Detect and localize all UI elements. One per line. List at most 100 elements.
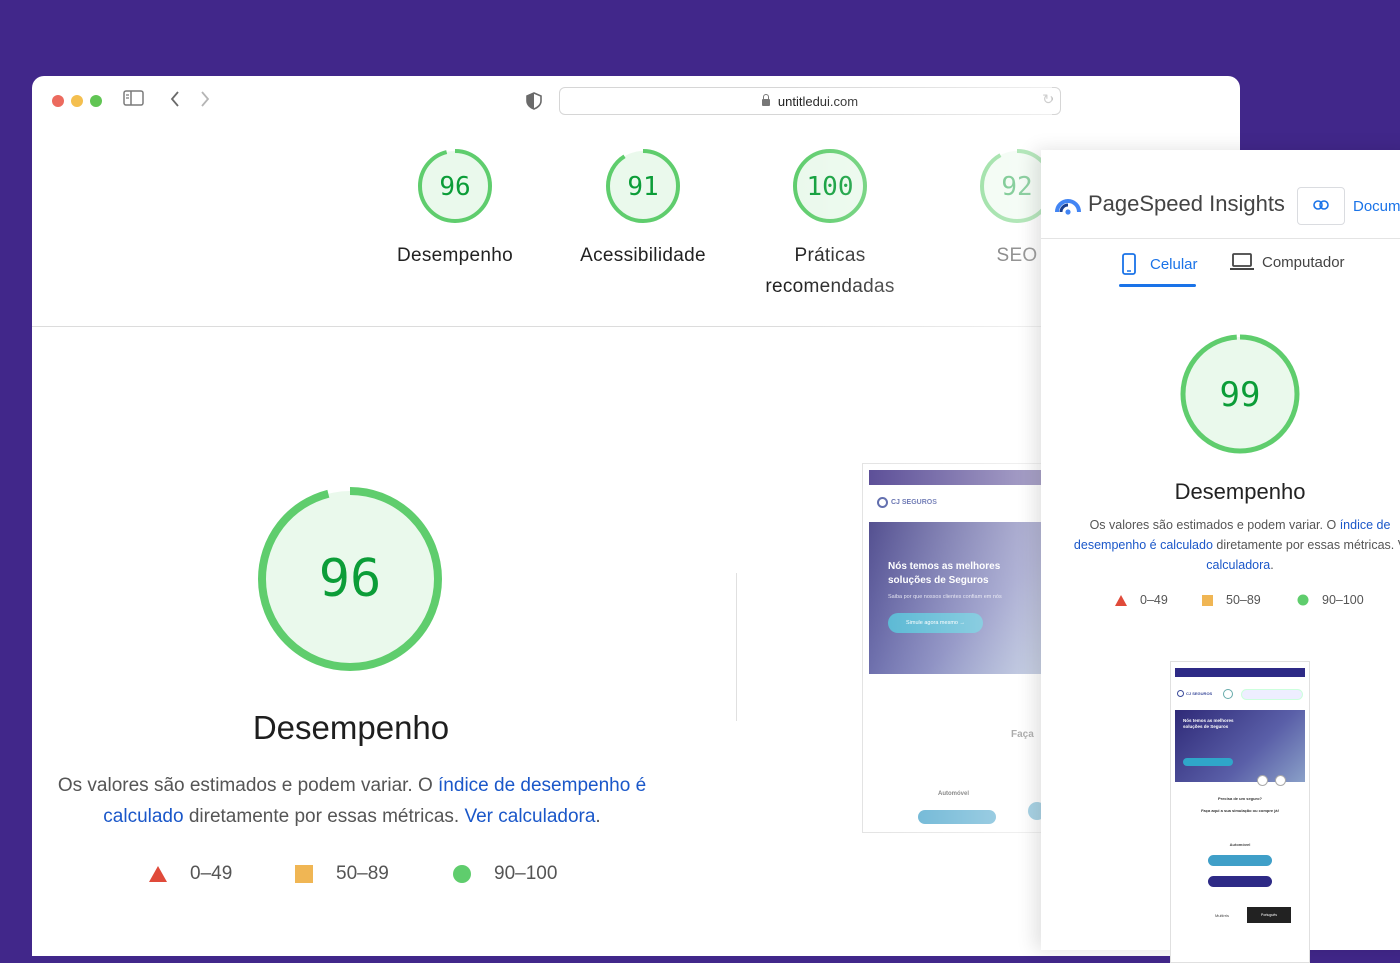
desc-text: Os valores são estimados e podem variar.… <box>57 775 439 796</box>
section-divider <box>32 326 1042 327</box>
psi-desc-text: . <box>1270 558 1274 572</box>
brand-logo-icon <box>877 497 888 508</box>
red-triangle-icon <box>149 866 167 882</box>
psi-thumb-hero: Nós temos as melhores soluções de Seguro… <box>1175 710 1305 782</box>
psi-thumb-brand-name: CJ SEGUROS <box>1186 691 1213 696</box>
orange-square-icon <box>1202 594 1213 606</box>
performance-description: Os valores são estimados e podem variar.… <box>42 770 662 832</box>
minimize-window-button[interactable] <box>71 95 83 107</box>
psi-calculator-link[interactable]: calculadora <box>1206 558 1270 572</box>
thumb-hero-line: soluções de Seguros <box>888 575 989 586</box>
psi-desc-text: Os valores são estimados e podem variar.… <box>1089 518 1340 532</box>
best-practices-score: 100 <box>807 172 854 202</box>
copy-link-button[interactable] <box>1297 187 1345 225</box>
psi-legend-average: 50–89 <box>1202 593 1261 607</box>
psi-score-label: Desempenho <box>1174 479 1306 504</box>
legend-label: 50–89 <box>336 863 389 884</box>
thumb-hero-title: Nós temos as melhores soluções de Seguro… <box>888 560 1000 588</box>
privacy-shield-icon[interactable] <box>526 92 542 114</box>
psi-score-link[interactable]: índice de <box>1340 518 1391 532</box>
active-tab-indicator <box>1119 284 1196 287</box>
category-label-line: recomendadas <box>765 276 895 297</box>
psi-legend-fail: 0–49 <box>1115 593 1168 607</box>
psi-thumb-product: Automóvel <box>1229 842 1251 847</box>
close-window-button[interactable] <box>52 95 64 107</box>
category-label: Práticas recomendadas <box>730 240 930 302</box>
psi-thumb-prompt: Faça aqui a sua simulação ou compre já! <box>1201 808 1279 813</box>
performance-score-link[interactable]: índice de desempenho é <box>438 775 646 796</box>
carousel-next-icon <box>1275 775 1286 786</box>
psi-performance-score: 99 <box>1220 375 1261 415</box>
accessibility-gauge: 91 <box>606 149 680 223</box>
psi-thumb-lang-badge: Português <box>1247 907 1291 923</box>
maximize-window-button[interactable] <box>90 95 102 107</box>
psi-desc-text: diretamente por essas métricas. V <box>1212 538 1400 552</box>
green-circle-icon <box>1297 594 1309 606</box>
psi-legend-pass: 90–100 <box>1297 593 1364 607</box>
carousel-prev-icon <box>1257 775 1268 786</box>
accessibility-score: 91 <box>627 172 658 202</box>
brand-logo-icon <box>1177 690 1184 697</box>
thumb-topbar <box>869 470 1053 485</box>
psi-description: Os valores são estimados e podem variar.… <box>1055 515 1400 575</box>
browser-toolbar: untitledui.com ↻ <box>32 76 1240 126</box>
legend-label: 0–49 <box>1140 593 1168 607</box>
thumb-product: Automóvel <box>938 791 970 797</box>
psi-thumb-bottom-text: Multirris <box>1215 913 1229 918</box>
url-text: untitledui.com <box>777 93 859 109</box>
calculator-link[interactable]: Ver calculadora <box>464 806 595 827</box>
psi-thumb-hero-text: Nós temos as melhores soluções de Seguro… <box>1183 718 1234 729</box>
thumb-brand-name: CJ SEGUROS <box>891 499 937 506</box>
legend-label: 50–89 <box>1226 593 1261 607</box>
documentation-link[interactable]: Docum <box>1353 198 1400 215</box>
tab-mobile-label: Celular <box>1150 255 1198 273</box>
performance-gauge: 96 <box>418 149 492 223</box>
orange-square-icon <box>295 865 313 883</box>
sidebar-toggle-icon[interactable] <box>123 90 144 110</box>
tab-mobile[interactable]: Celular <box>1121 253 1198 275</box>
category-best-practices[interactable]: 100 Práticas recomendadas <box>730 147 930 302</box>
lock-icon <box>761 93 770 106</box>
best-practices-gauge: 100 <box>793 149 867 223</box>
address-bar[interactable]: untitledui.com ↻ <box>559 87 1061 115</box>
psi-thumb-icon-circle <box>1223 689 1233 699</box>
thumb-button <box>918 810 996 824</box>
psi-header: PageSpeed Insights Docum <box>1041 150 1400 239</box>
psi-score-link-cont[interactable]: desempenho é calculado <box>1074 538 1213 552</box>
performance-heading: Desempenho <box>252 709 450 746</box>
laptop-icon <box>1230 253 1254 270</box>
red-triangle-icon <box>1115 594 1127 606</box>
psi-title: PageSpeed Insights <box>1088 191 1285 216</box>
main-performance-score: 96 <box>319 549 382 609</box>
category-label-line: Práticas <box>794 245 866 266</box>
thumb-side-text: Faça <box>1011 729 1034 740</box>
reload-icon[interactable]: ↻ <box>1042 91 1054 108</box>
legend-fail: 0–49 <box>148 863 232 885</box>
thumb-brand: CJ SEGUROS <box>877 497 937 508</box>
seo-score: 92 <box>1001 172 1032 202</box>
forward-arrow-icon[interactable] <box>199 90 211 112</box>
category-label: Acessibilidade <box>580 245 706 266</box>
tab-desktop[interactable]: Computador <box>1230 253 1345 271</box>
mobile-phone-icon <box>1122 253 1136 275</box>
psi-thumb-question: Precisa de um seguro? <box>1217 796 1262 801</box>
legend-label: 90–100 <box>494 863 558 884</box>
pagespeed-logo-icon <box>1055 199 1081 215</box>
vertical-divider <box>736 573 737 721</box>
green-circle-icon <box>453 865 471 883</box>
main-performance-gauge: 96 <box>258 487 442 671</box>
category-accessibility[interactable]: 91 Acessibilidade <box>543 147 743 271</box>
psi-thumb-button-1 <box>1208 855 1272 866</box>
pagespeed-panel: PageSpeed Insights Docum Celular Computa… <box>1041 150 1400 963</box>
thumb-hero-cta: Simule agora mesmo → <box>888 613 983 633</box>
psi-thumb-topbar <box>1175 668 1305 677</box>
desc-text: . <box>595 806 601 827</box>
legend-label: 0–49 <box>190 863 233 884</box>
psi-performance-gauge: 99 <box>1180 334 1300 454</box>
performance-score-link-cont[interactable]: calculado <box>103 806 183 827</box>
psi-thumb-pill <box>1241 689 1303 700</box>
category-performance[interactable]: 96 Desempenho <box>355 147 555 271</box>
psi-thumb-button-2 <box>1208 876 1272 887</box>
back-arrow-icon[interactable] <box>169 90 181 112</box>
page-screenshot-thumbnail: CJ SEGUROS Nós temos as melhores soluçõe… <box>862 463 1054 833</box>
